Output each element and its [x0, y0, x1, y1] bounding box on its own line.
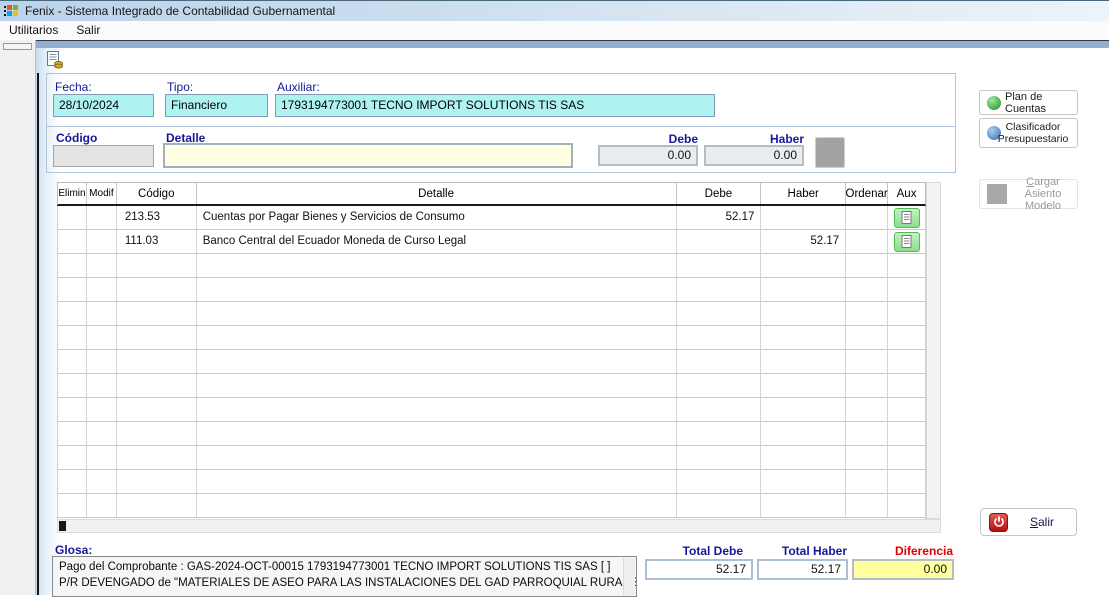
entry-grid-header: Elimin Modif Código Detalle Debe Haber O…: [57, 182, 926, 206]
auxiliar-label: Auxiliar:: [277, 80, 320, 94]
child-window-border: [37, 73, 39, 595]
document-icon: [901, 211, 912, 224]
table-row[interactable]: 213.53 Cuentas por Pagar Bienes y Servic…: [58, 206, 925, 230]
total-haber-value: 52.17: [757, 559, 848, 580]
salir-button[interactable]: Salir: [980, 508, 1077, 536]
left-docked-panel: [0, 40, 36, 595]
entry-grid-body: 213.53 Cuentas por Pagar Bienes y Servic…: [57, 206, 926, 519]
haber-input: 0.00: [704, 145, 804, 166]
debe-label: Debe: [598, 132, 698, 146]
table-row-empty: [58, 350, 925, 374]
mdi-top-band: [36, 40, 1109, 48]
table-row-empty: [58, 254, 925, 278]
table-row-empty: [58, 398, 925, 422]
table-row-empty: [58, 278, 925, 302]
glosa-scrollbar[interactable]: [623, 558, 635, 595]
clasificador-presupuestario-button[interactable]: Clasificador Presupuestario: [979, 118, 1078, 148]
diferencia-label: Diferencia: [845, 544, 953, 558]
row-detalle: Banco Central del Ecuador Moneda de Curs…: [197, 230, 677, 254]
table-row-empty: [58, 470, 925, 494]
glosa-label: Glosa:: [55, 543, 92, 557]
green-sphere-icon: [987, 96, 1001, 110]
total-debe-value: 52.17: [645, 559, 753, 580]
gray-square-icon: [987, 184, 1007, 204]
grid-horizontal-scrollbar[interactable]: [57, 519, 941, 533]
scrollbar-thumb[interactable]: [59, 521, 66, 531]
menu-utilitarios[interactable]: Utilitarios: [0, 21, 67, 40]
table-row-empty: [58, 494, 925, 518]
panel-grip[interactable]: [3, 43, 32, 50]
power-icon: [989, 513, 1008, 532]
diferencia-value: 0.00: [852, 559, 954, 580]
ledger-icon: [46, 50, 64, 69]
aux-button[interactable]: [894, 232, 920, 252]
row-detalle: Cuentas por Pagar Bienes y Servicios de …: [197, 206, 677, 230]
table-row-empty: [58, 374, 925, 398]
table-row-empty: [58, 326, 925, 350]
row-debe: 52.17: [677, 206, 762, 230]
glosa-line1: Pago del Comprobante : GAS-2024-OCT-0001…: [59, 559, 630, 575]
column-header-ordenar: Ordenar: [846, 183, 888, 204]
column-header-aux: Aux: [888, 183, 925, 204]
debe-input: 0.00: [598, 145, 698, 166]
column-header-codigo: Código: [117, 183, 197, 204]
plan-de-cuentas-label: Plan de Cuentas: [1005, 91, 1077, 115]
total-haber-label: Total Haber: [747, 544, 847, 558]
cargar-asiento-modelo-button: Cargar Asiento Modelo: [979, 179, 1078, 209]
row-codigo: 213.53: [117, 206, 197, 230]
aux-button[interactable]: [894, 208, 920, 228]
cargar-asiento-label: Cargar Asiento Modelo: [1009, 176, 1077, 212]
grid-vertical-scrollbar[interactable]: [926, 182, 941, 519]
glosa-textbox[interactable]: Pago del Comprobante : GAS-2024-OCT-0001…: [52, 556, 637, 597]
plan-de-cuentas-button[interactable]: Plan de Cuentas: [979, 90, 1078, 115]
column-header-haber: Haber: [761, 183, 846, 204]
tipo-input[interactable]: Financiero: [165, 94, 268, 117]
detalle-input[interactable]: [163, 143, 573, 168]
codigo-input: [53, 145, 154, 167]
table-row-empty: [58, 302, 925, 326]
fecha-label: Fecha:: [55, 80, 92, 94]
window-title: Fenix - Sistema Integrado de Contabilida…: [25, 4, 335, 18]
fecha-input[interactable]: 28/10/2024: [53, 94, 154, 117]
total-debe-label: Total Debe: [643, 544, 743, 558]
table-row[interactable]: 111.03 Banco Central del Ecuador Moneda …: [58, 230, 925, 254]
tipo-label: Tipo:: [167, 80, 193, 94]
row-haber: [761, 206, 846, 230]
codigo-label: Código: [56, 131, 97, 145]
table-row-empty: [58, 422, 925, 446]
column-header-debe: Debe: [677, 183, 762, 204]
haber-label: Haber: [704, 132, 804, 146]
clasificador-label: Clasificador Presupuestario: [989, 121, 1077, 145]
windows-logo-icon: [3, 3, 19, 19]
title-bar: Fenix - Sistema Integrado de Contabilida…: [0, 0, 1109, 21]
column-header-elimin: Elimin: [58, 183, 87, 204]
row-haber: 52.17: [761, 230, 846, 254]
new-voucher-toolbar-button[interactable]: [46, 50, 64, 69]
column-header-detalle: Detalle: [197, 183, 677, 204]
row-debe: [677, 230, 762, 254]
row-codigo: 111.03: [117, 230, 197, 254]
table-row-empty: [58, 446, 925, 470]
salir-button-label: Salir: [1008, 515, 1076, 529]
menu-salir[interactable]: Salir: [67, 21, 109, 40]
column-header-modif: Modif: [87, 183, 117, 204]
glosa-line2: P/R DEVENGADO de "MATERIALES DE ASEO PAR…: [59, 575, 630, 591]
menu-bar: Utilitarios Salir: [0, 21, 1109, 40]
document-icon: [901, 235, 912, 248]
auxiliar-detail-button: [815, 137, 845, 168]
auxiliar-input[interactable]: 1793194773001 TECNO IMPORT SOLUTIONS TIS…: [275, 94, 715, 117]
